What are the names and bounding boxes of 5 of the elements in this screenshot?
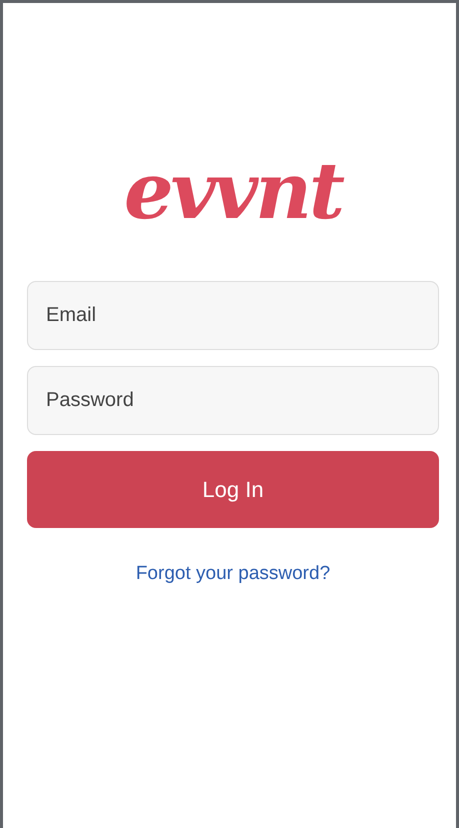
forgot-password-link[interactable]: Forgot your password? (136, 563, 330, 584)
login-button[interactable]: Log In (27, 451, 439, 528)
logo: evvnt (124, 153, 342, 231)
email-field[interactable]: Email (27, 281, 439, 350)
password-field[interactable]: Password (27, 366, 439, 435)
